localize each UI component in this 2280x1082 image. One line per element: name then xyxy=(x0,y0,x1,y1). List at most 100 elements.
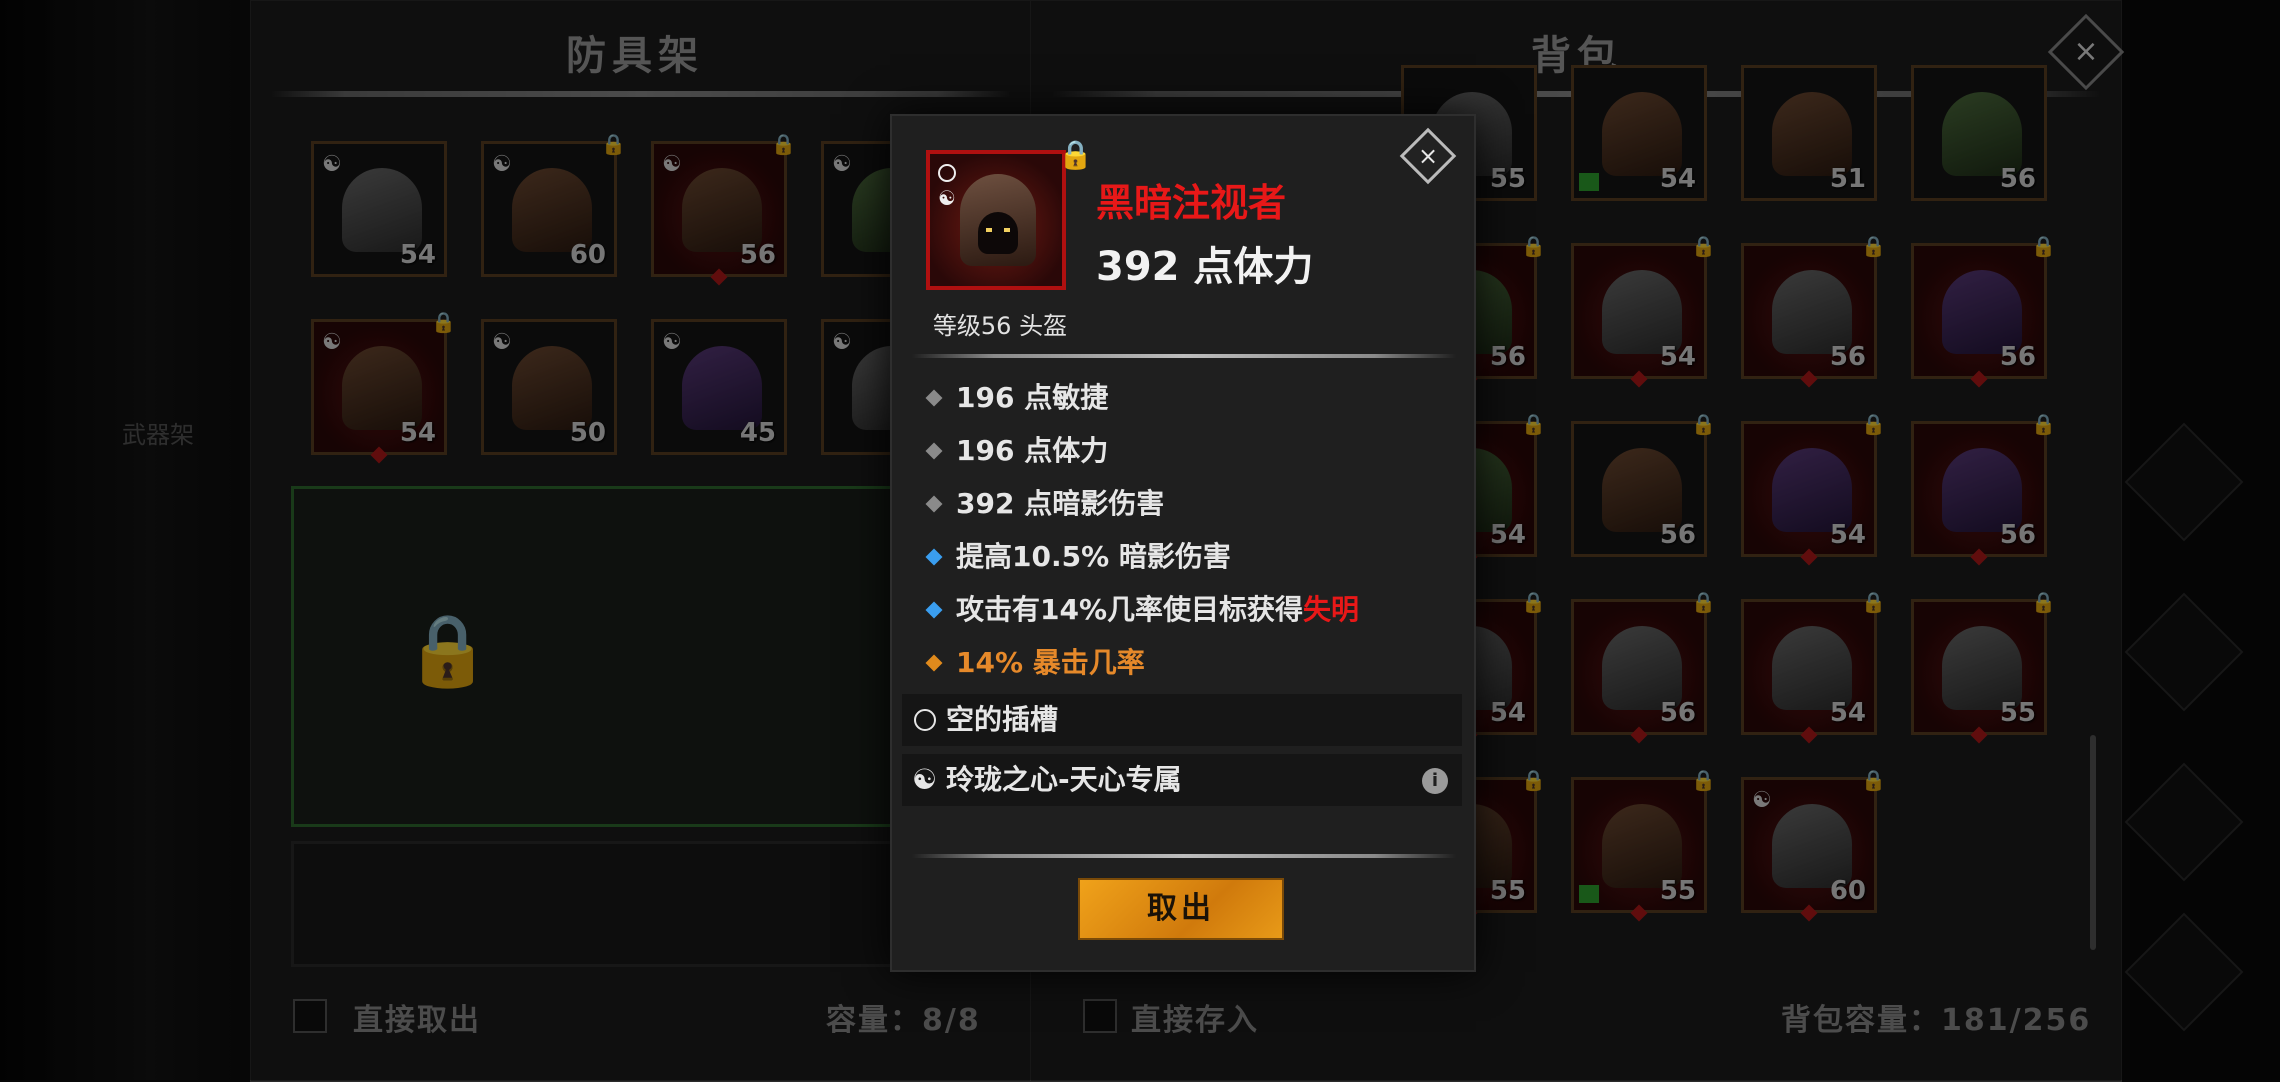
empty-socket-row: 空的插槽 xyxy=(902,694,1462,746)
backpack-item-slot[interactable]: 54 xyxy=(1571,243,1707,379)
backpack-item-slot[interactable]: 56 xyxy=(1911,243,2047,379)
lock-icon: 🔒 xyxy=(1521,590,1546,614)
attribute-row: 392 点暗影伤害 xyxy=(914,480,1452,528)
yinyang-icon: ☯ xyxy=(492,330,512,355)
direct-take-label: 直接取出 xyxy=(353,1003,481,1038)
lock-icon: 🔒 xyxy=(2031,590,2056,614)
right-menu-background xyxy=(2120,0,2280,1080)
direct-take-checkbox[interactable] xyxy=(293,999,327,1033)
rack-item-slot[interactable]: ☯ 45 xyxy=(651,319,787,455)
backpack-item-slot[interactable]: 60 ☯ xyxy=(1741,777,1877,913)
backpack-item-slot[interactable]: 56 xyxy=(1741,243,1877,379)
backpack-item-slot[interactable]: 56 xyxy=(1571,421,1707,557)
lock-icon: 🔒 xyxy=(431,310,456,334)
yinyang-icon: ☯ xyxy=(912,763,938,796)
lock-icon: 🔒 xyxy=(771,132,796,156)
item-level: 56 xyxy=(1999,164,2036,194)
armor-rack-title: 防具架 xyxy=(566,33,704,79)
yinyang-icon: ☯ xyxy=(492,152,512,177)
attribute-highlight: 失明 xyxy=(1303,593,1360,626)
item-level: 56 xyxy=(1659,520,1696,550)
close-button[interactable]: × xyxy=(1399,127,1457,185)
item-level: 56 xyxy=(1999,520,2036,550)
item-level: 45 xyxy=(739,418,776,448)
lock-icon: 🔒 xyxy=(1521,412,1546,436)
item-level: 55 xyxy=(1489,876,1526,906)
title-divider xyxy=(271,91,1011,97)
backpack-capacity: 背包容量：181/256 xyxy=(1781,1003,2092,1038)
yinyang-icon: ☯ xyxy=(662,330,682,355)
backpack-item-slot[interactable]: 56 xyxy=(1911,65,2047,201)
lock-icon: 🔒 xyxy=(1691,412,1716,436)
backpack-item-slot[interactable]: 51 xyxy=(1741,65,1877,201)
item-level: 56 xyxy=(1829,342,1866,372)
item-level: 55 xyxy=(1659,876,1696,906)
character-icon[interactable] xyxy=(2124,592,2244,712)
item-level: 56 xyxy=(1999,342,2036,372)
yinyang-icon: ☯ xyxy=(832,330,852,355)
empty-socket-icon xyxy=(938,164,956,182)
item-name: 黑暗注视者 xyxy=(1096,181,1287,225)
item-main-stat: 392 点体力 xyxy=(1096,244,1314,290)
lock-icon: 🔒 xyxy=(1861,412,1886,436)
item-type: 等级56 头盔 xyxy=(932,312,1068,340)
lock-icon: 🔒 xyxy=(1521,234,1546,258)
direct-store-label: 直接存入 xyxy=(1131,1003,1259,1038)
item-level: 51 xyxy=(1829,164,1866,194)
lock-icon: 🔒 xyxy=(1861,590,1886,614)
rack-item-slot[interactable]: ☯ 50 xyxy=(481,319,617,455)
item-level: 55 xyxy=(1489,164,1526,194)
backpack-item-slot[interactable]: 56 xyxy=(1571,599,1707,735)
list-icon[interactable] xyxy=(2124,912,2244,1032)
attribute-text: 攻击有14%几率使目标获得 xyxy=(956,593,1304,626)
lock-icon: 🔒 xyxy=(1521,768,1546,792)
yinyang-icon: ☯ xyxy=(938,186,956,210)
close-button[interactable]: × xyxy=(2047,13,2125,91)
book-icon xyxy=(1579,173,1599,191)
item-level: 55 xyxy=(1999,698,2036,728)
lock-icon: 🔒 xyxy=(1861,234,1886,258)
menu-icon[interactable] xyxy=(2124,422,2244,542)
direct-store-checkbox[interactable] xyxy=(1083,999,1117,1033)
attribute-row: 14% 暴击几率 xyxy=(914,639,1452,687)
rack-item-slot[interactable]: ☯ 60 xyxy=(481,141,617,277)
attribute-row: 攻击有14%几率使目标获得失明 xyxy=(914,586,1452,634)
item-level: 54 xyxy=(1829,520,1866,550)
rack-item-slot[interactable]: ☯ 54 xyxy=(311,141,447,277)
lock-icon[interactable]: 🔒 xyxy=(1058,138,1093,171)
yinyang-icon: ☯ xyxy=(832,152,852,177)
item-level: 54 xyxy=(1829,698,1866,728)
empty-socket-icon xyxy=(914,709,936,731)
backpack-item-slot[interactable]: 55 xyxy=(1911,599,2047,735)
hood-face xyxy=(978,212,1018,254)
item-level: 50 xyxy=(569,418,606,448)
info-icon[interactable]: i xyxy=(1422,768,1448,794)
item-level: 60 xyxy=(1829,876,1866,906)
backpack-item-slot[interactable]: 54 xyxy=(1741,599,1877,735)
yinyang-icon: ☯ xyxy=(322,330,342,355)
divider xyxy=(912,854,1456,858)
take-out-button[interactable]: 取出 xyxy=(1078,878,1284,940)
item-level: 56 xyxy=(739,240,776,270)
side-menu-weapon-rack[interactable]: 武器架 xyxy=(122,415,194,450)
attribute-row: 196 点体力 xyxy=(914,427,1452,475)
potion-icon[interactable] xyxy=(2124,762,2244,882)
item-level: 54 xyxy=(1489,698,1526,728)
item-level: 54 xyxy=(399,240,436,270)
item-icon: ☯ xyxy=(926,150,1066,290)
yinyang-icon: ☯ xyxy=(1752,788,1772,813)
rack-item-slot[interactable]: ☯ 56 xyxy=(651,141,787,277)
close-icon: × xyxy=(2073,34,2099,69)
lock-icon: 🔒 xyxy=(601,132,626,156)
item-level: 54 xyxy=(1659,342,1696,372)
item-level: 56 xyxy=(1659,698,1696,728)
rack-item-slot[interactable]: ☯ 54 xyxy=(311,319,447,455)
backpack-item-slot[interactable]: 56 xyxy=(1911,421,2047,557)
backpack-scrollbar[interactable] xyxy=(2090,735,2096,950)
attribute-row: 196 点敏捷 xyxy=(914,374,1452,422)
lock-icon: 🔒 xyxy=(1861,768,1886,792)
close-icon: × xyxy=(1417,142,1439,170)
backpack-item-slot[interactable]: 54 xyxy=(1741,421,1877,557)
eye-glow xyxy=(986,228,992,232)
left-menu-background: 武器架 xyxy=(0,0,250,1080)
